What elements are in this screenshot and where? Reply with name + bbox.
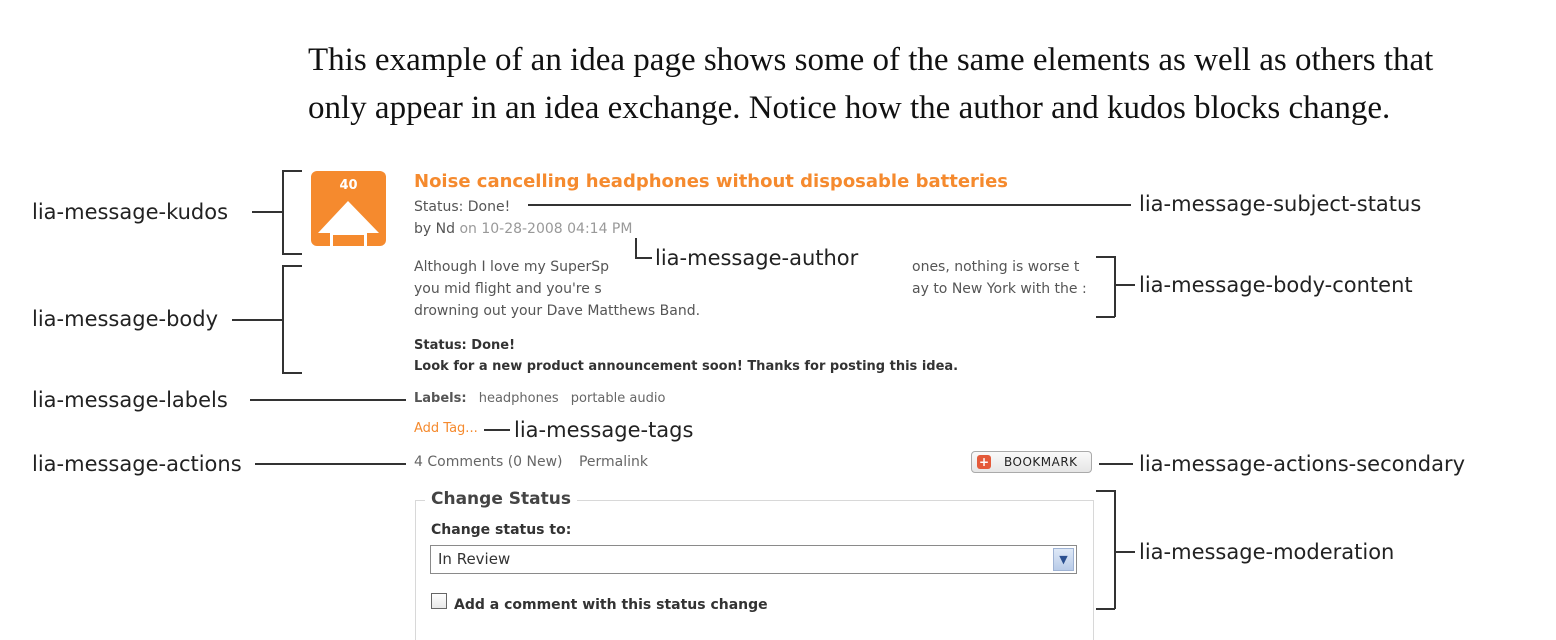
label-link[interactable]: headphones [479,391,559,406]
moderation-legend: Change Status [425,489,577,509]
author-leader-horizontal [635,257,652,259]
change-status-label: Change status to: [431,522,572,538]
body-line-2: you mid flight and you're s [414,281,602,297]
kudos-leader [252,211,282,213]
author-line: by Nd on 10-28-2008 04:14 PM [414,221,632,237]
body-content-leader [1115,284,1135,286]
subject-status-leader [528,204,1131,206]
body-bracket-top [282,265,302,267]
post-date: on 10-28-2008 04:14 PM [459,221,633,237]
message-body-right: ones, nothing is worse t ay to New York … [912,256,1108,300]
body-line-2-right: ay to New York with the : [912,281,1087,297]
annotation-kudos: lia-message-kudos [32,200,229,224]
actions-leader [255,463,406,465]
moderation-bracket-bottom [1096,608,1115,610]
kudos-button[interactable]: 40 [311,171,386,246]
actions-secondary-leader [1099,463,1133,465]
status-select[interactable]: In Review ▼ [430,545,1077,574]
body-line-1-right: ones, nothing is worse t [912,259,1080,275]
author-link[interactable]: Nd [436,221,455,237]
permalink-link[interactable]: Permalink [579,454,648,470]
intro-paragraph: This example of an idea page shows some … [308,36,1508,132]
moderation-bracket [1114,490,1116,609]
comments-link[interactable]: 4 Comments (0 New) [414,454,563,470]
status-select-value: In Review [438,550,511,568]
moderation-bracket-top [1096,490,1115,492]
intro-line-2: only appear in an idea exchange. Notice … [308,90,1391,126]
body-content-bracket-top [1096,256,1115,258]
author-leader-vertical [635,238,637,258]
labels-prefix: Labels: [414,391,467,406]
checkbox-label: Add a comment with this status change [454,597,768,613]
by-prefix: by [414,221,432,237]
tags-leader [484,429,510,431]
add-tag-link[interactable]: Add Tag... [414,421,478,436]
bookmark-plus-icon: + [977,455,991,469]
message-subject[interactable]: Noise cancelling headphones without disp… [414,171,1008,192]
body-bracket-bottom [282,372,302,374]
bookmark-button[interactable]: + BOOKMARK [971,451,1092,473]
intro-line-1: This example of an idea page shows some … [308,42,1434,78]
annotation-actions-secondary: lia-message-actions-secondary [1139,452,1466,476]
annotation-actions: lia-message-actions [32,452,242,476]
bookmark-label: BOOKMARK [1004,455,1078,469]
annotation-subject-status: lia-message-subject-status [1139,192,1422,216]
kudos-bracket-top [282,170,302,172]
kudos-arrow-icon [318,201,379,246]
annotation-moderation: lia-message-moderation [1139,540,1395,564]
status-announcement: Look for a new product announcement soon… [414,359,959,374]
body-content-bracket-bottom [1096,316,1115,318]
status-bold: Status: Done! [414,338,516,353]
kudos-bracket [282,170,284,254]
body-bracket [282,265,284,373]
body-line-3: drowning out your Dave Matthews Band. [414,303,701,319]
message-actions: 4 Comments (0 New) Permalink [414,454,648,470]
annotation-body-content: lia-message-body-content [1139,273,1413,297]
annotation-author: lia-message-author [655,246,859,270]
labels-row: Labels: headphones portable audio [414,391,665,406]
moderation-leader [1115,551,1135,553]
body-leader [232,319,282,321]
annotation-tags: lia-message-tags [514,418,694,442]
subject-status: Status: Done! [414,199,511,215]
labels-leader [250,399,406,401]
body-content-bracket [1114,256,1116,317]
annotation-labels: lia-message-labels [32,388,228,412]
label-link[interactable]: portable audio [571,391,666,406]
kudos-bracket-bottom [282,253,302,255]
annotation-body: lia-message-body [32,307,219,331]
status-comment-checkbox[interactable] [431,593,447,609]
chevron-down-icon[interactable]: ▼ [1053,548,1074,571]
